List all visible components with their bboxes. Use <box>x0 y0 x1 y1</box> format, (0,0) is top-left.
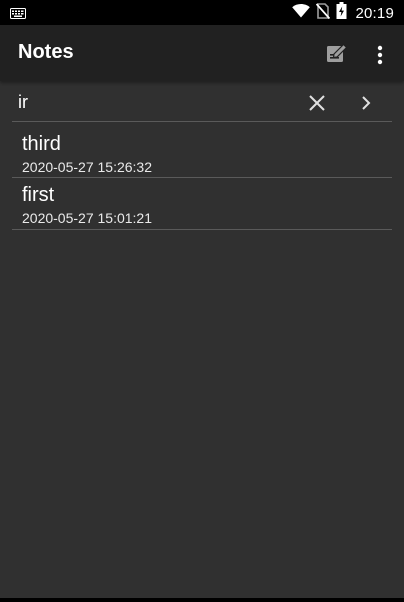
list-divider <box>12 229 392 230</box>
note-title: first <box>22 184 55 206</box>
status-icons: 20:19 <box>292 2 394 24</box>
note-title: third <box>22 133 61 155</box>
more-vert-icon[interactable] <box>366 41 394 69</box>
app-bar: Notes <box>0 25 404 81</box>
status-bar: 20:19 <box>0 0 404 25</box>
app-title: Notes <box>18 41 74 63</box>
note-date: 2020-05-27 15:26:32 <box>22 159 152 175</box>
chevron-right-icon[interactable] <box>356 92 376 114</box>
status-time: 20:19 <box>355 4 394 22</box>
keyboard-icon <box>10 6 26 24</box>
bottom-edge <box>0 598 404 602</box>
battery-icon <box>336 2 347 24</box>
edit-note-icon[interactable] <box>324 41 350 67</box>
list-item[interactable]: first 2020-05-27 15:01:21 <box>12 178 392 228</box>
search-input[interactable] <box>18 91 288 113</box>
note-date: 2020-05-27 15:01:21 <box>22 210 152 226</box>
search-divider <box>12 121 392 122</box>
close-icon[interactable] <box>306 92 328 114</box>
wifi-icon <box>292 3 311 23</box>
search-bar <box>0 83 404 121</box>
no-sim-icon <box>316 2 331 24</box>
list-item[interactable]: third 2020-05-27 15:26:32 <box>12 127 392 177</box>
notes-screen: 20:19 Notes ir third 2020-05-27 15:26:32… <box>0 0 404 602</box>
